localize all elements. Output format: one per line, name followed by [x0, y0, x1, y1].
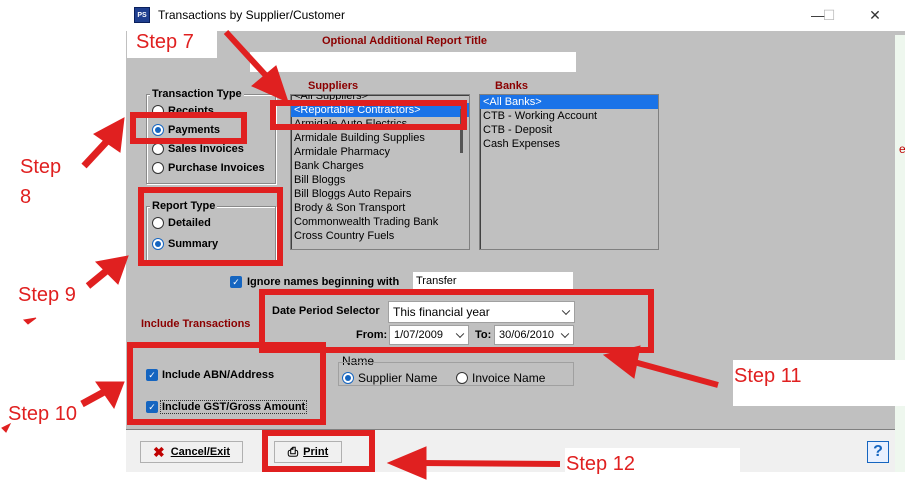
arrow-head-step-11: [602, 345, 641, 379]
stray-mark: [22, 317, 37, 325]
stray-mark: [1, 422, 12, 433]
arrow-step-10: [80, 388, 106, 408]
arrow-step-12: [419, 460, 561, 467]
arrow-head-step-7: [251, 65, 289, 103]
arrow-head-step-12: [386, 446, 427, 480]
arrow-step-11: [633, 359, 719, 388]
arrow-step-7: [223, 29, 273, 83]
annotation-arrows: [1, 29, 719, 480]
